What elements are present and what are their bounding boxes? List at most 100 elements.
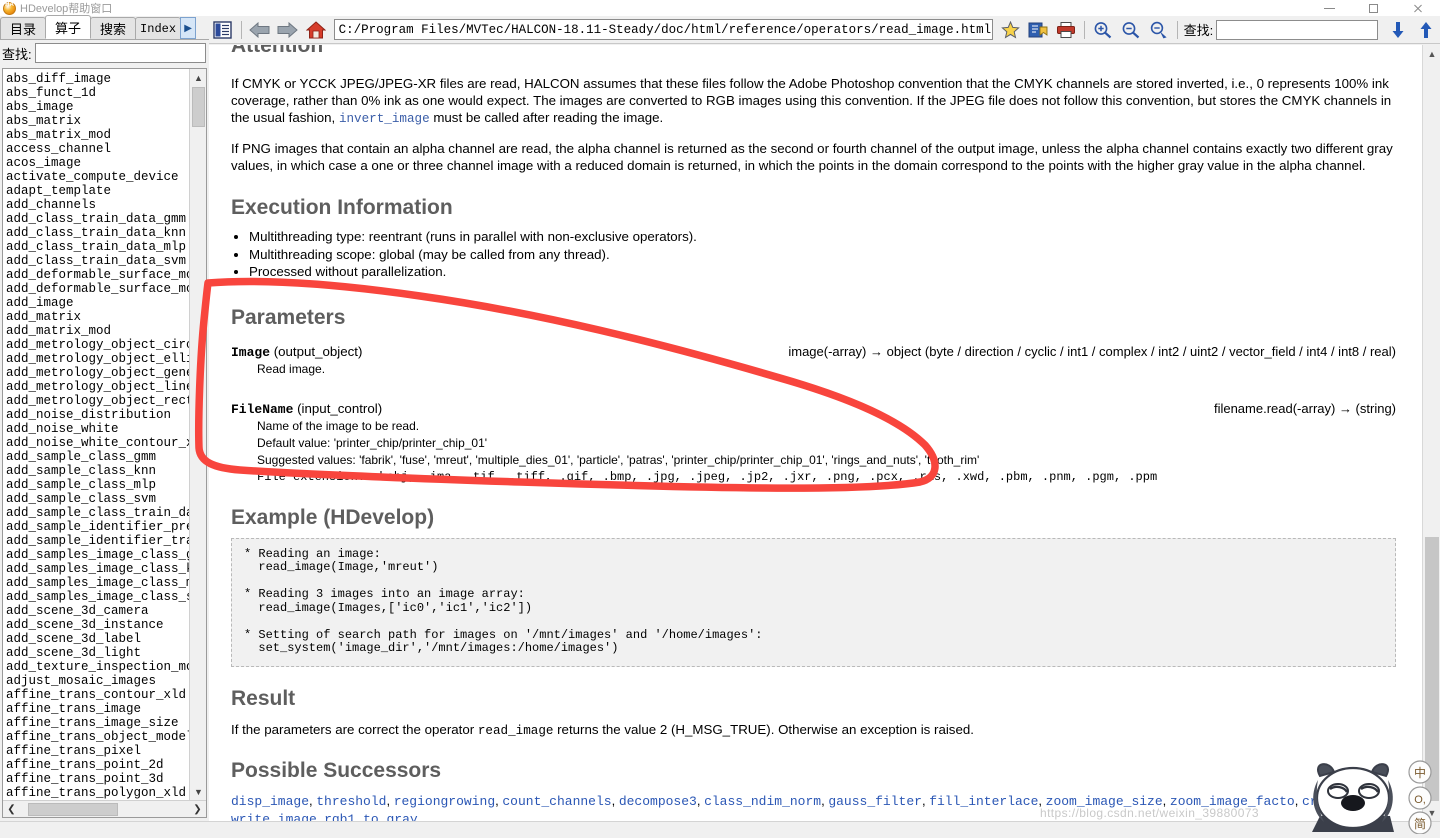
operator-list-item[interactable]: add_scene_3d_light — [6, 646, 189, 660]
star-icon[interactable] — [998, 19, 1022, 41]
operator-list-item[interactable]: affine_trans_image_size — [6, 716, 189, 730]
operator-list-item[interactable]: add_sample_identifier_prepar — [6, 520, 189, 534]
successor-link[interactable]: class_ndim_norm — [704, 794, 821, 809]
operator-list-item[interactable]: add_class_train_data_knn — [6, 226, 189, 240]
operator-list-item[interactable]: affine_trans_contour_xld — [6, 688, 189, 702]
operator-list-item[interactable]: adjust_mosaic_images — [6, 674, 189, 688]
printer-icon[interactable] — [1054, 19, 1078, 41]
operator-list-item[interactable]: add_samples_image_class_gmm — [6, 548, 189, 562]
operator-list-item[interactable]: add_metrology_object_ellipse_ — [6, 352, 189, 366]
toolbar-find-input[interactable] — [1216, 19, 1379, 40]
operator-list-item[interactable]: add_texture_inspection_model_ — [6, 660, 189, 674]
operator-list-item[interactable]: add_noise_distribution — [6, 408, 189, 422]
operator-list-item[interactable]: abs_matrix_mod — [6, 128, 189, 142]
operator-list-item[interactable]: add_sample_class_knn — [6, 464, 189, 478]
operator-list-item[interactable]: abs_matrix — [6, 114, 189, 128]
invert-image-link[interactable]: invert_image — [339, 112, 430, 126]
content-scroll-down-icon[interactable]: ▼ — [1423, 804, 1440, 821]
maximize-button[interactable] — [1352, 0, 1396, 16]
operator-list-item[interactable]: affine_trans_point_2d — [6, 758, 189, 772]
find-next-down-icon[interactable] — [1386, 19, 1410, 41]
operator-list-item[interactable]: add_metrology_object_rectang — [6, 394, 189, 408]
operator-list-item[interactable]: affine_trans_pixel — [6, 744, 189, 758]
scroll-up-icon[interactable]: ▲ — [190, 69, 206, 86]
zoom-out-icon[interactable] — [1119, 19, 1143, 41]
zoom-in-icon[interactable] — [1091, 19, 1115, 41]
operator-list-item[interactable]: abs_image — [6, 100, 189, 114]
operator-list-item[interactable]: add_matrix — [6, 310, 189, 324]
operator-list-item[interactable]: add_deformable_surface_model_ — [6, 268, 189, 282]
tab-contents[interactable]: 目录 — [0, 17, 47, 39]
operator-list-item[interactable]: access_channel — [6, 142, 189, 156]
tab-scroll-right-icon[interactable]: ▶ — [180, 17, 197, 39]
operator-list-item[interactable]: add_image — [6, 296, 189, 310]
scroll-left-icon[interactable]: ❮ — [3, 801, 20, 818]
operator-list-item[interactable]: add_sample_class_gmm — [6, 450, 189, 464]
operator-list-item[interactable]: adapt_template — [6, 184, 189, 198]
tab-index[interactable]: Index — [135, 17, 182, 39]
operator-list-item[interactable]: add_sample_identifier_trainin — [6, 534, 189, 548]
operator-list-item[interactable]: abs_diff_image — [6, 72, 189, 86]
operator-list-item[interactable]: add_sample_class_svm — [6, 492, 189, 506]
contents-icon[interactable] — [211, 19, 235, 41]
forward-arrow-icon[interactable] — [276, 19, 300, 41]
successor-link[interactable]: threshold — [316, 794, 386, 809]
operator-list-item[interactable]: abs_funct_1d — [6, 86, 189, 100]
operator-list-item[interactable]: add_noise_white — [6, 422, 189, 436]
successor-link[interactable]: fill_interlace — [929, 794, 1038, 809]
scroll-down-icon[interactable]: ▼ — [190, 783, 206, 800]
minimize-button[interactable] — [1308, 0, 1352, 16]
operator-list-item[interactable]: add_deformable_surface_model_ — [6, 282, 189, 296]
close-button[interactable] — [1396, 0, 1440, 16]
scroll-thumb[interactable] — [192, 87, 205, 127]
add-bookmark-icon[interactable] — [1026, 19, 1050, 41]
operator-list-item[interactable]: add_noise_white_contour_xld — [6, 436, 189, 450]
content-scroll-up-icon[interactable]: ▲ — [1423, 45, 1440, 62]
operator-list-item[interactable]: add_matrix_mod — [6, 324, 189, 338]
operator-list-item[interactable]: add_class_train_data_mlp — [6, 240, 189, 254]
operator-list-horizontal-scrollbar[interactable]: ❮ ❯ — [3, 800, 206, 817]
operator-list-item[interactable]: affine_trans_polygon_xld — [6, 786, 189, 800]
operator-list-item[interactable]: affine_trans_image — [6, 702, 189, 716]
operator-find-input[interactable] — [34, 43, 206, 63]
operator-list-item[interactable]: add_class_train_data_svm — [6, 254, 189, 268]
content-scroll-thumb[interactable] — [1425, 537, 1439, 801]
tab-search[interactable]: 搜索 — [90, 17, 137, 39]
operator-list-item[interactable]: add_scene_3d_camera — [6, 604, 189, 618]
operator-list-item[interactable]: add_samples_image_class_mlp — [6, 576, 189, 590]
operator-list-item[interactable]: add_metrology_object_line_me — [6, 380, 189, 394]
tab-operators[interactable]: 算子 — [45, 15, 92, 39]
operator-list-item[interactable]: add_sample_class_train_data — [6, 506, 189, 520]
operator-list-item[interactable]: add_scene_3d_instance — [6, 618, 189, 632]
successor-link[interactable]: disp_image — [231, 794, 309, 809]
hscroll-thumb[interactable] — [28, 803, 118, 816]
operator-list-item[interactable]: acos_image — [6, 156, 189, 170]
scroll-right-icon[interactable]: ❯ — [189, 801, 206, 818]
operator-list-item[interactable]: add_samples_image_class_svm — [6, 590, 189, 604]
operator-list-item[interactable]: add_samples_image_class_knn — [6, 562, 189, 576]
operator-list-item[interactable]: affine_trans_object_model_3d — [6, 730, 189, 744]
back-arrow-icon[interactable] — [248, 19, 272, 41]
operator-list-item[interactable]: activate_compute_device — [6, 170, 189, 184]
operator-list-item[interactable]: add_metrology_object_circle_r — [6, 338, 189, 352]
operator-list[interactable]: abs_diff_image abs_funct_1d abs_image abs_m… — [3, 69, 189, 800]
content-vertical-scrollbar[interactable]: ▲ ▼ — [1422, 45, 1440, 821]
operator-list-item[interactable]: add_scene_3d_label — [6, 632, 189, 646]
zoom-reset-icon[interactable] — [1147, 19, 1171, 41]
successor-link[interactable]: write image — [231, 812, 317, 822]
address-bar[interactable]: C:/Program Files/MVTec/HALCON-18.11-Stea… — [333, 19, 994, 40]
successor-link[interactable]: crop part — [1302, 794, 1372, 809]
successor-link[interactable]: gauss_filter — [828, 794, 922, 809]
successor-link[interactable]: regiongrowing — [394, 794, 495, 809]
find-previous-up-icon[interactable] — [1414, 19, 1438, 41]
home-icon[interactable] — [304, 19, 328, 41]
successor-link[interactable]: rgb1 to gray — [324, 812, 418, 822]
operator-list-item[interactable]: add_channels — [6, 198, 189, 212]
successor-link[interactable]: count_channels — [502, 794, 611, 809]
operator-list-item[interactable]: affine_trans_point_3d — [6, 772, 189, 786]
operator-list-item[interactable]: add_class_train_data_gmm — [6, 212, 189, 226]
operator-list-item[interactable]: add_metrology_object_generic — [6, 366, 189, 380]
operator-list-item[interactable]: add_sample_class_mlp — [6, 478, 189, 492]
successor-link[interactable]: decompose3 — [619, 794, 697, 809]
operator-list-vertical-scrollbar[interactable]: ▲ ▼ — [189, 69, 206, 800]
